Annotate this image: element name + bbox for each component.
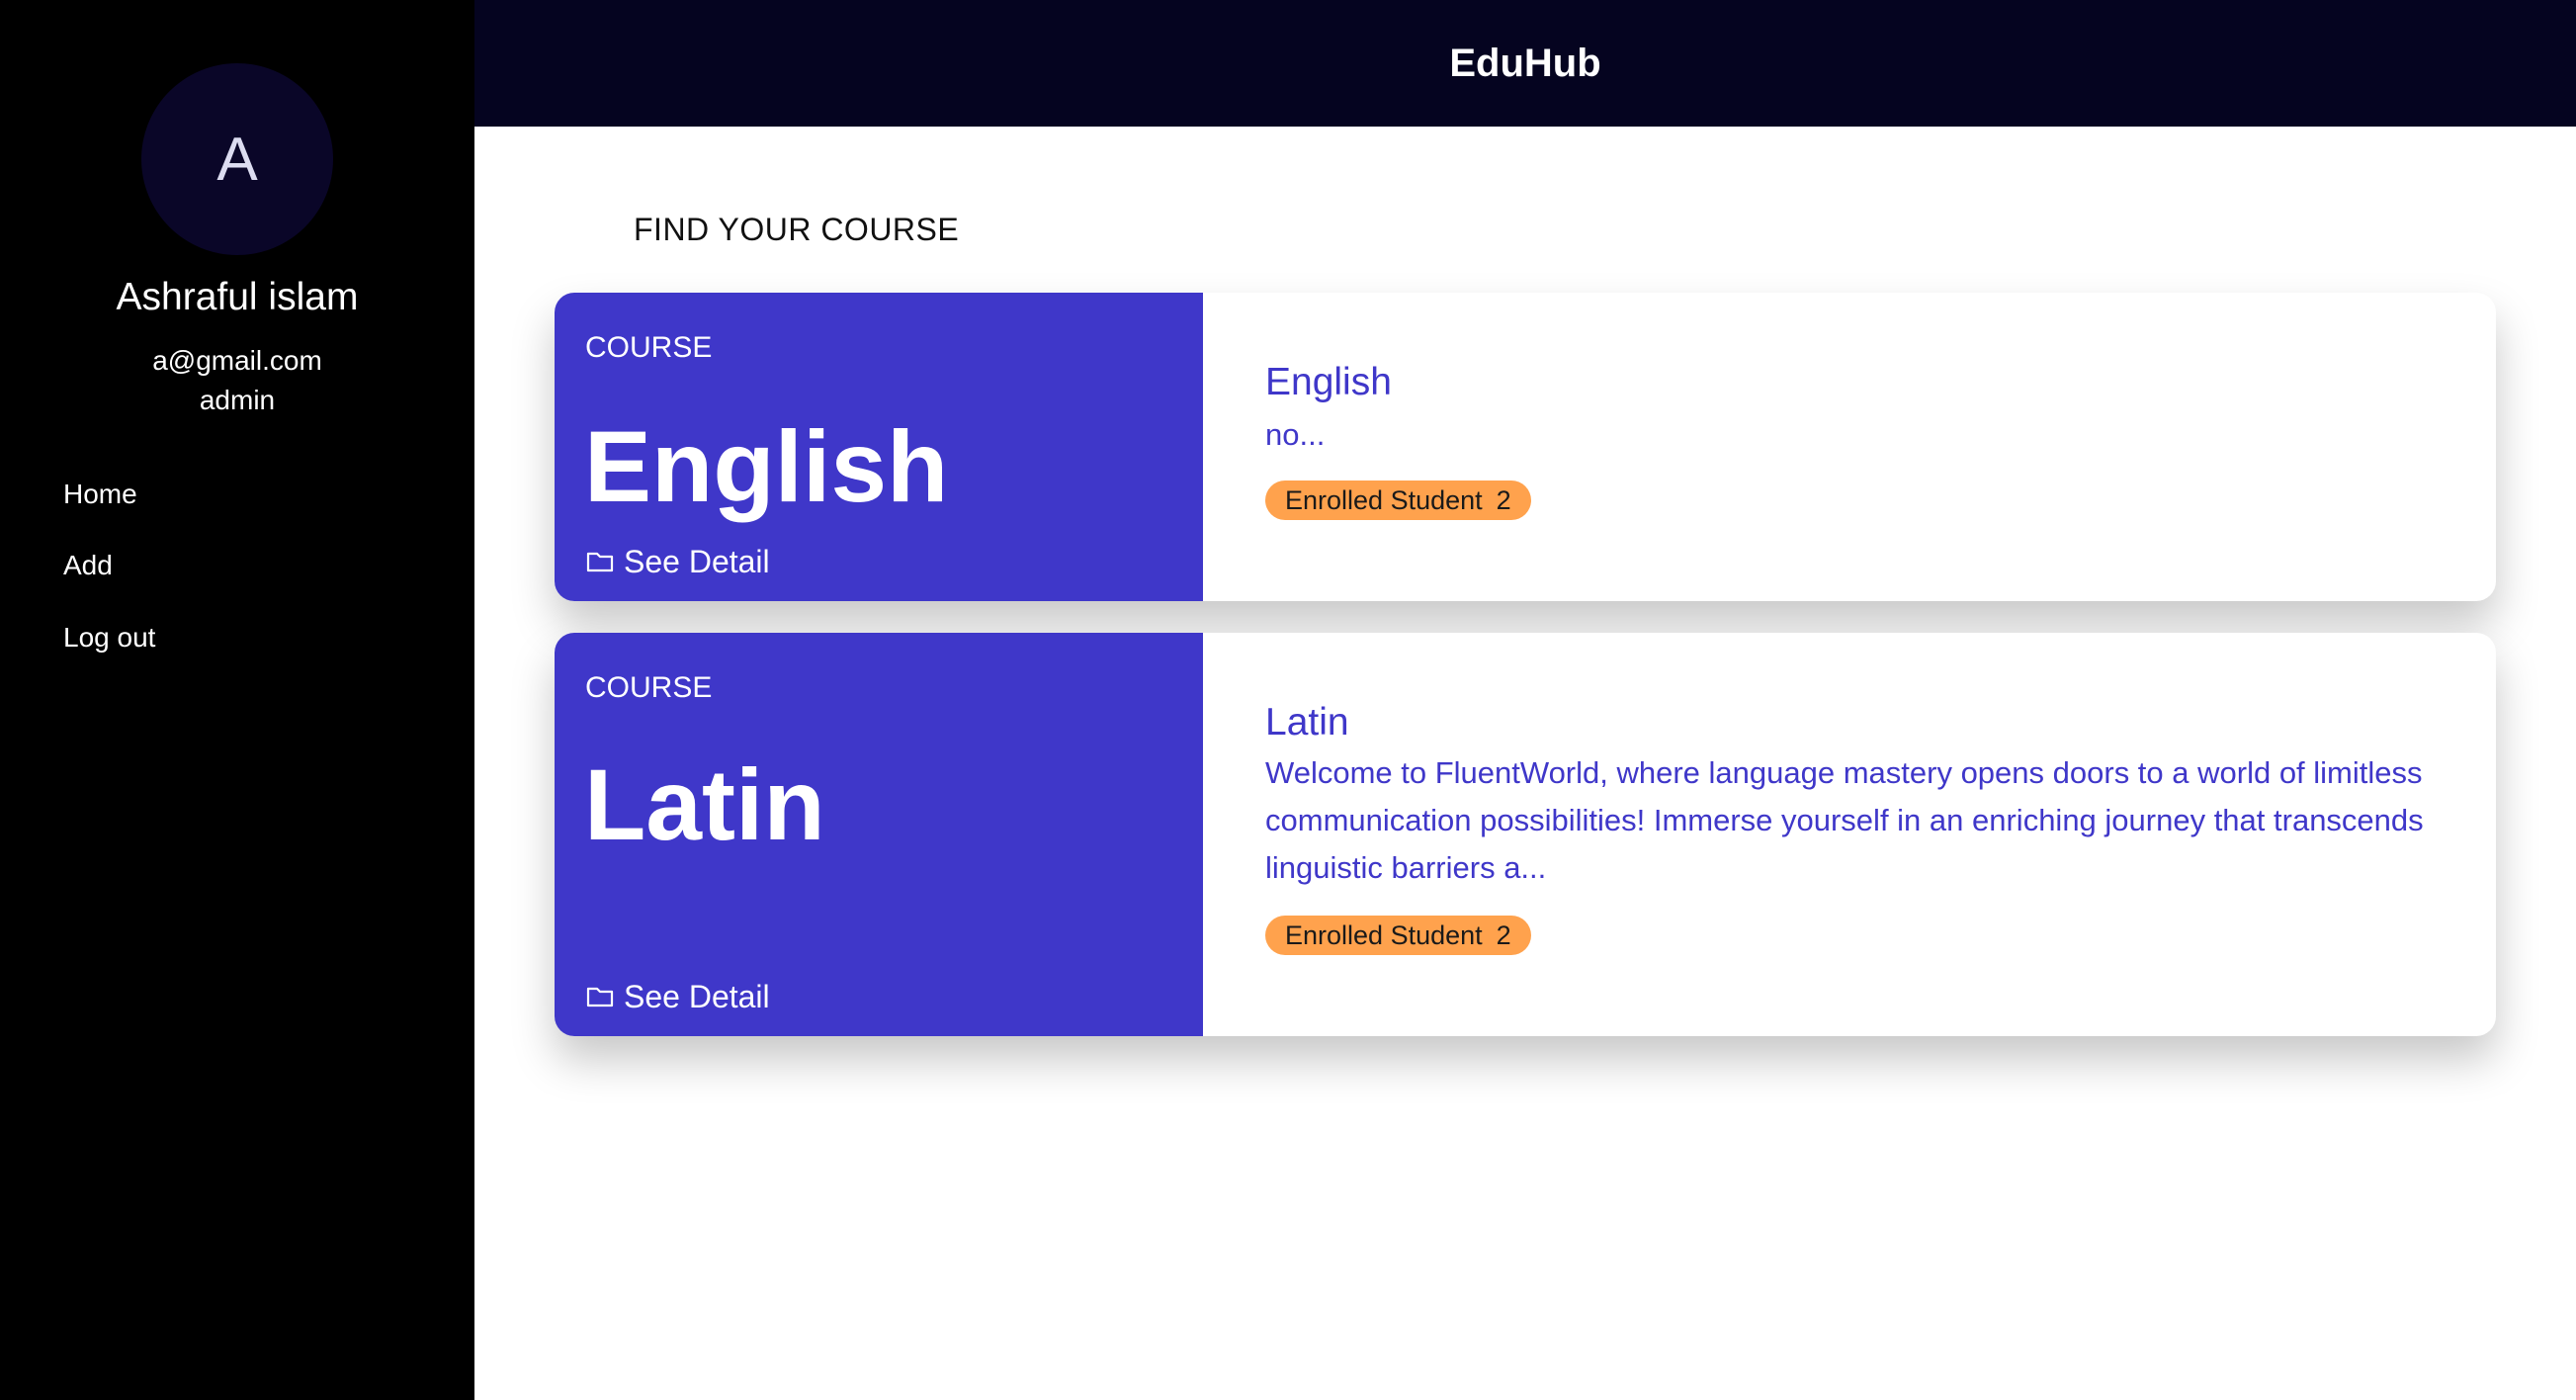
badge-count: 2 [1496, 485, 1511, 515]
header: EduHub [474, 0, 2576, 127]
nav-logout-link[interactable]: Log out [63, 618, 155, 657]
course-title[interactable]: Latin [1265, 698, 1349, 747]
enrolled-badge: Enrolled Student 2 [1265, 481, 1531, 520]
course-label: COURSE [585, 671, 713, 704]
course-card-banner: COURSE English See Detail [555, 293, 1203, 601]
course-card: COURSE English See Detail English no... … [555, 293, 2496, 601]
see-detail-link[interactable]: See Detail [586, 542, 770, 581]
badge-label: Enrolled Student [1285, 485, 1483, 515]
nav-add-link[interactable]: Add [63, 546, 113, 585]
user-name: Ashraful islam [116, 276, 359, 318]
course-description: no... [1265, 417, 1326, 452]
section-title: FIND YOUR COURSE [634, 212, 960, 247]
app-title: EduHub [1449, 41, 1601, 85]
folder-icon [586, 985, 614, 1008]
course-card: COURSE Latin See Detail Latin Welcome to… [555, 633, 2496, 1036]
course-title[interactable]: English [1265, 358, 1392, 407]
enrolled-badge: Enrolled Student 2 [1265, 916, 1531, 955]
nav-home-link[interactable]: Home [63, 475, 137, 514]
badge-label: Enrolled Student [1285, 920, 1483, 950]
see-detail-label: See Detail [624, 979, 770, 1014]
badge-count: 2 [1496, 920, 1511, 950]
sidebar: A Ashraful islam a@gmail.com admin Home … [0, 0, 474, 1400]
course-description: Welcome to FluentWorld, where language m… [1265, 755, 2424, 885]
course-label: COURSE [585, 331, 713, 364]
folder-icon [586, 550, 614, 573]
course-banner-name: Latin [584, 748, 825, 861]
avatar[interactable]: A [141, 63, 333, 255]
user-role: admin [199, 385, 276, 415]
user-email: a@gmail.com [152, 345, 322, 376]
course-card-banner: COURSE Latin See Detail [555, 633, 1203, 1036]
course-banner-name: English [584, 410, 949, 523]
see-detail-label: See Detail [624, 544, 770, 579]
see-detail-link[interactable]: See Detail [586, 977, 770, 1016]
